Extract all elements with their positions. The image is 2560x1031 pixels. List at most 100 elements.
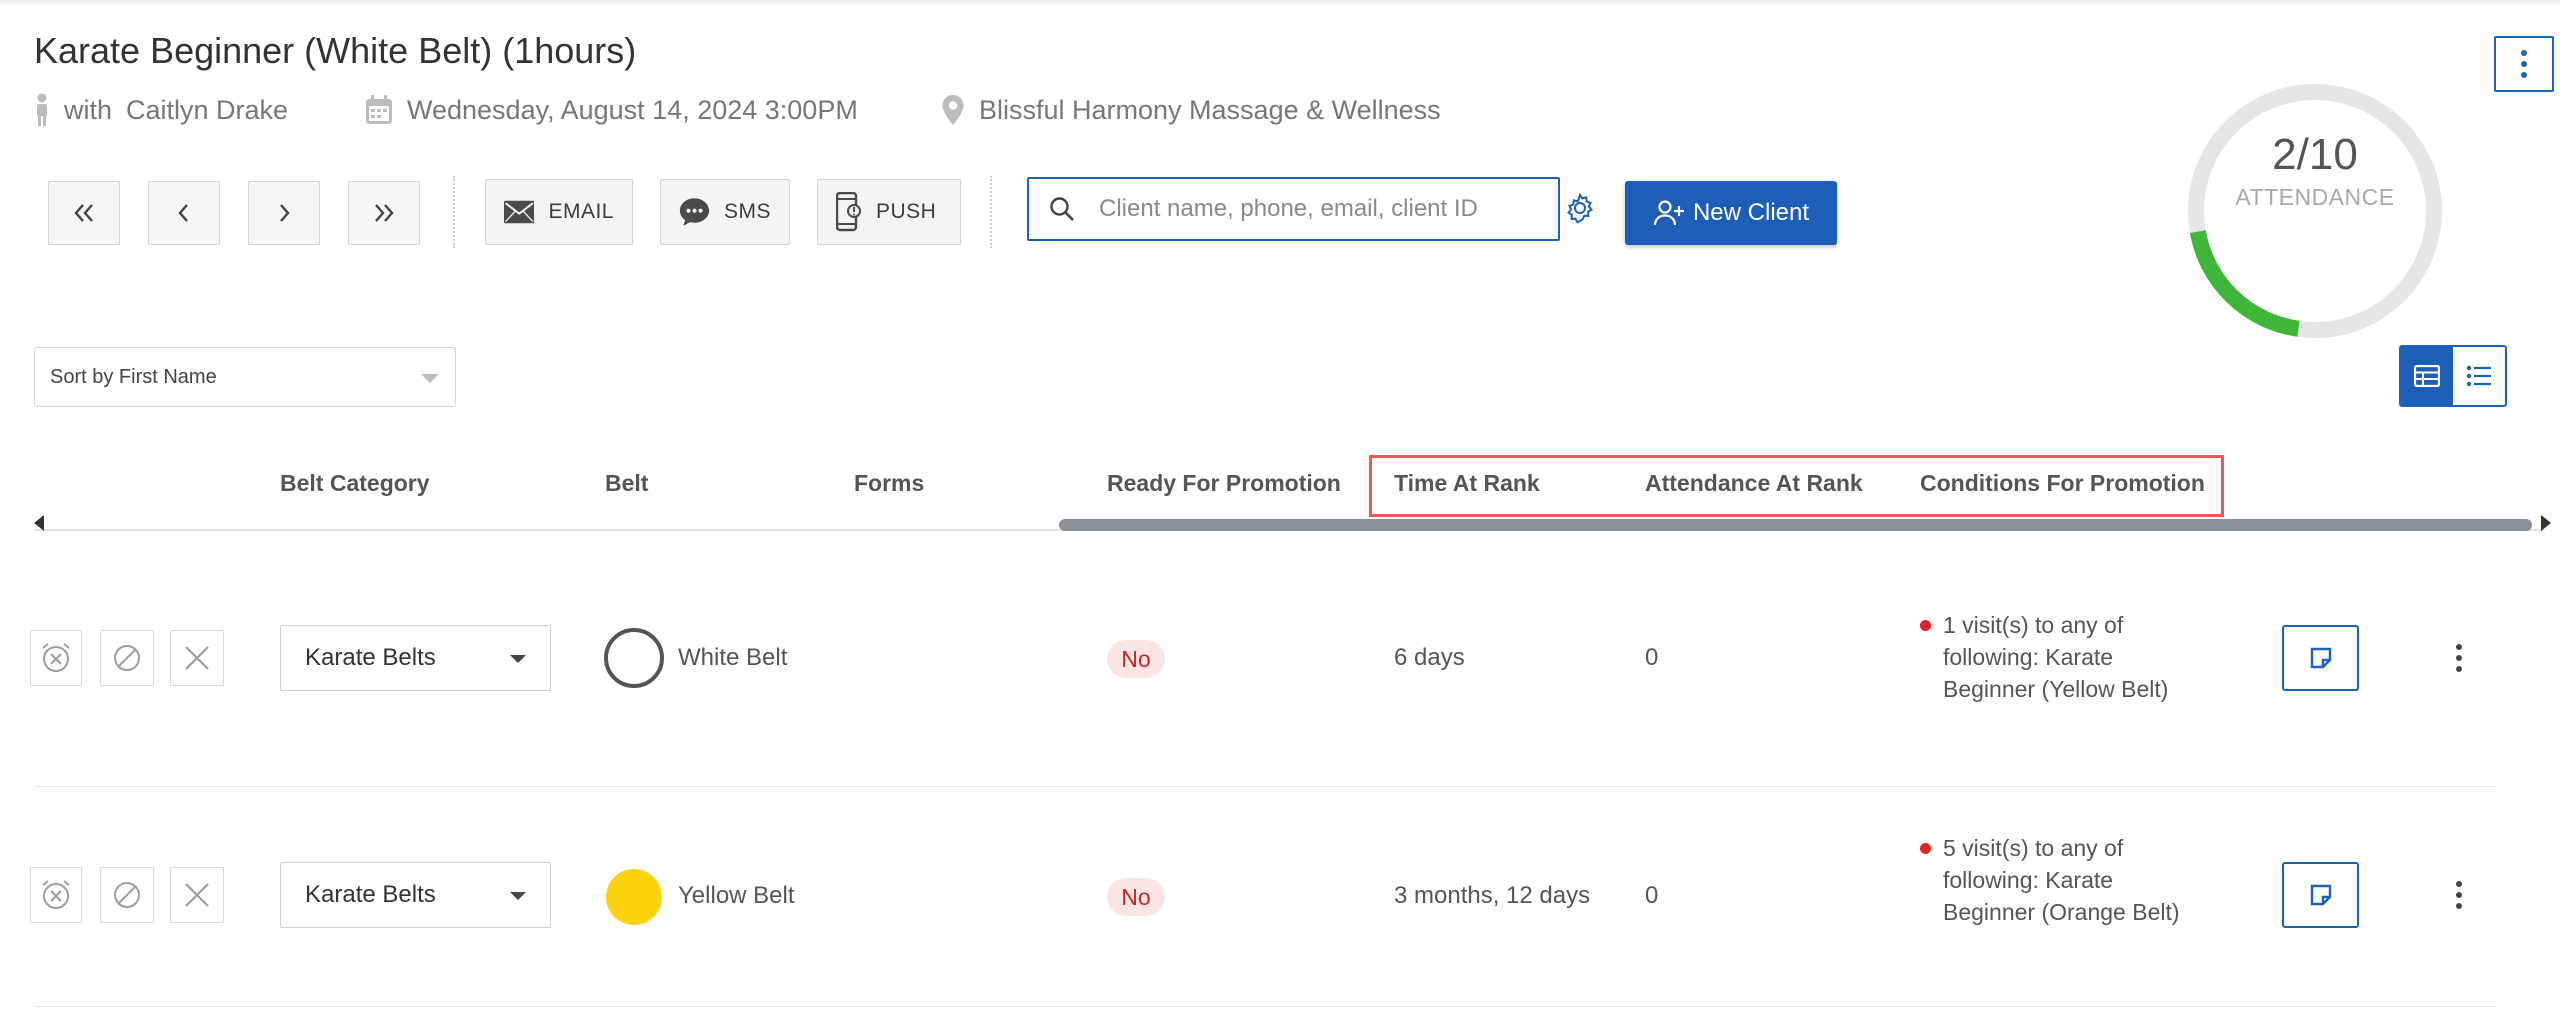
sticky-note-icon bbox=[2310, 884, 2331, 906]
with-label: with bbox=[64, 94, 113, 125]
person-icon bbox=[37, 93, 47, 126]
class-datetime: Wednesday, August 14, 2024 3:00PM bbox=[365, 92, 858, 128]
vertical-ellipsis-icon bbox=[2521, 50, 2527, 78]
chat-bubble-icon bbox=[679, 198, 710, 226]
close-icon bbox=[185, 883, 209, 907]
promotion-condition-text: 1 visit(s) to any of following: Karate B… bbox=[1943, 612, 2169, 702]
belt-name: White Belt bbox=[678, 644, 788, 671]
attendance-display: 2/10 ATTENDANCE bbox=[2184, 130, 2446, 211]
remove-client-button[interactable] bbox=[170, 630, 224, 686]
table-view-icon bbox=[2414, 365, 2440, 387]
belt-name: Yellow Belt bbox=[678, 882, 795, 909]
condition-unmet-dot bbox=[1920, 620, 1931, 631]
double-chevron-right-icon bbox=[375, 204, 394, 222]
prohibited-icon bbox=[114, 882, 140, 908]
note-button[interactable] bbox=[2282, 625, 2359, 691]
alarm-clock-x-icon bbox=[42, 643, 70, 672]
gear-icon bbox=[1567, 192, 1593, 224]
instructor-info: with Caitlyn Drake bbox=[34, 92, 288, 128]
prohibited-icon bbox=[114, 645, 140, 671]
condition-unmet-dot bbox=[1920, 843, 1931, 854]
push-button[interactable]: PUSH bbox=[817, 179, 961, 245]
class-options-button[interactable] bbox=[2494, 36, 2554, 92]
first-class-button[interactable] bbox=[48, 181, 120, 245]
previous-class-button[interactable] bbox=[148, 181, 220, 245]
push-label: PUSH bbox=[876, 200, 937, 223]
next-class-button[interactable] bbox=[248, 181, 320, 245]
search-icon bbox=[1050, 197, 1074, 221]
last-class-button[interactable] bbox=[348, 181, 420, 245]
header-ready-for-promotion[interactable]: Ready For Promotion bbox=[1107, 470, 1341, 497]
vertical-ellipsis-icon bbox=[2456, 881, 2462, 909]
row-divider bbox=[34, 786, 2496, 787]
attendance-progress-arc bbox=[2189, 230, 2300, 337]
email-label: EMAIL bbox=[548, 200, 614, 223]
list-view-icon bbox=[2466, 365, 2491, 387]
late-cancel-button[interactable] bbox=[30, 867, 82, 923]
attendance-label: ATTENDANCE bbox=[2235, 184, 2395, 210]
belt-category-select[interactable]: Karate Belts bbox=[280, 625, 551, 691]
datetime-text: Wednesday, August 14, 2024 3:00PM bbox=[407, 94, 858, 125]
time-at-rank-value: 6 days bbox=[1394, 644, 1465, 671]
header-forms[interactable]: Forms bbox=[854, 470, 924, 497]
belt-color-swatch bbox=[606, 869, 662, 925]
add-user-icon bbox=[1653, 200, 1684, 226]
caret-down-icon bbox=[510, 892, 526, 900]
belt-category-select[interactable]: Karate Belts bbox=[280, 862, 551, 928]
sort-selected-value: Sort by First Name bbox=[50, 365, 217, 388]
envelope-icon bbox=[504, 200, 535, 224]
note-button[interactable] bbox=[2282, 862, 2359, 928]
location-pin-icon bbox=[942, 95, 964, 125]
row-divider bbox=[34, 1006, 2496, 1007]
header-belt[interactable]: Belt bbox=[605, 470, 648, 497]
class-duration: (1hours) bbox=[502, 30, 637, 71]
double-chevron-left-icon bbox=[74, 204, 93, 222]
no-show-button[interactable] bbox=[100, 630, 154, 686]
belt-color-swatch bbox=[604, 628, 664, 688]
no-show-button[interactable] bbox=[100, 867, 154, 923]
toolbar-divider bbox=[990, 176, 992, 248]
ready-status-badge: No bbox=[1107, 878, 1165, 916]
sms-button[interactable]: SMS bbox=[660, 179, 790, 245]
search-settings-button[interactable] bbox=[1564, 192, 1596, 229]
attendance-gauge bbox=[2188, 84, 2442, 338]
belt-category-value: Karate Belts bbox=[305, 644, 436, 671]
class-location: Blissful Harmony Massage & Wellness bbox=[941, 92, 1441, 128]
ready-status-badge: No bbox=[1107, 640, 1165, 678]
grid-view-button[interactable] bbox=[2401, 347, 2453, 405]
belt-category-value: Karate Belts bbox=[305, 881, 436, 908]
top-shadow bbox=[0, 0, 2560, 6]
caret-down-icon bbox=[510, 655, 526, 663]
calendar-icon bbox=[366, 95, 392, 124]
scroll-right-arrow[interactable] bbox=[2541, 515, 2551, 531]
scroll-left-arrow[interactable] bbox=[34, 515, 44, 531]
vertical-ellipsis-icon bbox=[2456, 644, 2462, 672]
horizontal-scrollbar-thumb[interactable] bbox=[1059, 519, 2532, 531]
attendance-value: 2/10 bbox=[2272, 130, 2358, 179]
new-client-label: New Client bbox=[1692, 199, 1810, 226]
client-search-input[interactable] bbox=[1099, 195, 1539, 223]
class-name: Karate Beginner (White Belt) bbox=[34, 30, 493, 71]
list-view-button[interactable] bbox=[2453, 347, 2505, 405]
client-search-box[interactable] bbox=[1027, 177, 1560, 241]
mobile-phone-icon bbox=[836, 192, 861, 232]
header-belt-category[interactable]: Belt Category bbox=[280, 470, 430, 497]
late-cancel-button[interactable] bbox=[30, 630, 82, 686]
highlight-annotation-box bbox=[1369, 455, 2224, 517]
view-toggle bbox=[2399, 345, 2507, 407]
alarm-clock-x-icon bbox=[42, 880, 70, 909]
chevron-left-icon bbox=[178, 204, 188, 222]
close-icon bbox=[185, 646, 209, 670]
attendance-at-rank-value: 0 bbox=[1645, 882, 1659, 909]
chevron-right-icon bbox=[280, 204, 290, 222]
sort-dropdown[interactable]: Sort by First Name bbox=[34, 347, 456, 407]
row-options-button[interactable] bbox=[2448, 638, 2470, 678]
new-client-button[interactable]: New Client bbox=[1625, 181, 1837, 245]
chevron-down-icon bbox=[421, 374, 439, 383]
remove-client-button[interactable] bbox=[170, 867, 224, 923]
page-title: Karate Beginner (White Belt) (1hours) bbox=[34, 30, 636, 72]
attendance-at-rank-value: 0 bbox=[1645, 644, 1659, 671]
row-options-button[interactable] bbox=[2448, 875, 2470, 915]
sticky-note-icon bbox=[2310, 647, 2331, 669]
email-button[interactable]: EMAIL bbox=[485, 179, 633, 245]
